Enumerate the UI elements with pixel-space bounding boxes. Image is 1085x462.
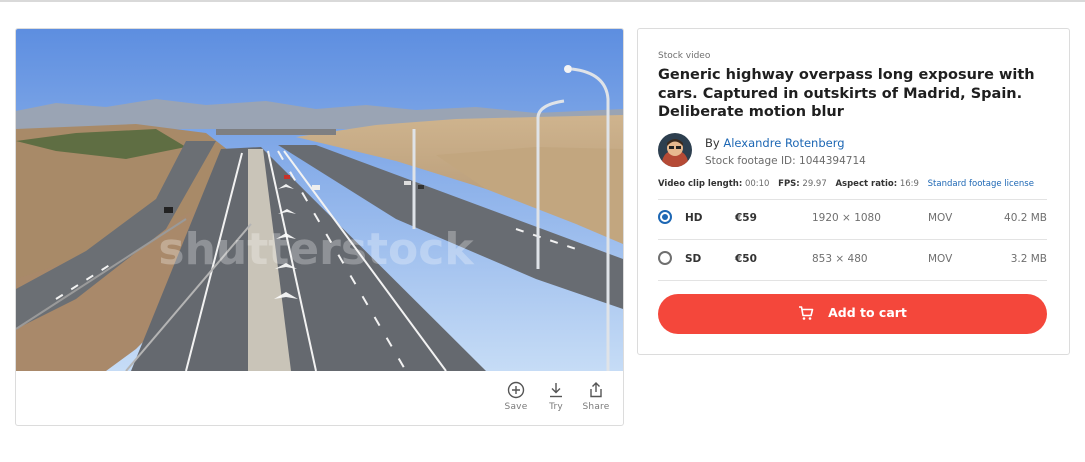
- option-format: MOV: [928, 253, 953, 265]
- radio-hd[interactable]: [658, 210, 672, 224]
- author-byline: By Alexandre Rotenberg: [705, 136, 845, 150]
- fps-value: 29.97: [802, 179, 827, 189]
- media-actions-bar: Save Try Share: [16, 371, 623, 425]
- author-avatar[interactable]: [658, 133, 692, 167]
- clip-length-value: 00:10: [744, 179, 770, 189]
- option-price: €59: [735, 212, 757, 224]
- option-format: MOV: [928, 212, 953, 224]
- cart-icon: [799, 305, 814, 320]
- option-row-sd[interactable]: SD €50 853 × 480 MOV 3.2 MB: [658, 240, 1047, 280]
- author-prefix: By: [705, 136, 720, 150]
- video-preview-image[interactable]: shutterstock: [16, 29, 623, 371]
- save-button[interactable]: Save: [494, 381, 538, 412]
- download-icon: [550, 383, 562, 398]
- aspect-ratio-label: Aspect ratio:: [835, 179, 898, 189]
- add-to-cart-label: Add to cart: [828, 305, 907, 320]
- try-button[interactable]: Try: [534, 381, 578, 412]
- video-title: Generic highway overpass long exposure w…: [658, 67, 1035, 120]
- option-quality: SD: [685, 253, 702, 265]
- purchase-details-card: Stock video Generic highway overpass lon…: [637, 28, 1070, 355]
- option-row-hd[interactable]: HD €59 1920 × 1080 MOV 40.2 MB: [658, 199, 1047, 239]
- divider: [658, 280, 1047, 281]
- fps-label: FPS:: [778, 179, 800, 189]
- video-preview-card: shutterstock Save Try Share: [15, 28, 624, 426]
- option-size: 40.2 MB: [1004, 212, 1047, 224]
- aspect-ratio-value: 16:9: [899, 179, 919, 189]
- author-link[interactable]: Alexandre Rotenberg: [723, 136, 844, 150]
- share-button[interactable]: Share: [574, 381, 618, 412]
- add-to-cart-button[interactable]: Add to cart: [658, 294, 1047, 334]
- share-label: Share: [582, 402, 610, 412]
- option-resolution: 853 × 480: [812, 253, 868, 265]
- plus-circle-icon: [507, 381, 525, 399]
- option-quality: HD: [685, 212, 703, 224]
- top-border: [0, 0, 1085, 2]
- footage-id: Stock footage ID: 1044394714: [705, 155, 866, 167]
- option-size: 3.2 MB: [1010, 253, 1047, 265]
- option-price: €50: [735, 253, 757, 265]
- watermark: shutterstock: [158, 224, 475, 275]
- save-label: Save: [504, 402, 528, 412]
- try-label: Try: [549, 402, 563, 412]
- license-link[interactable]: Standard footage license: [928, 179, 1034, 189]
- share-icon: [590, 382, 602, 398]
- clip-length-label: Video clip length:: [658, 179, 743, 189]
- asset-type-label: Stock video: [658, 51, 711, 61]
- clip-specs: Video clip length: 00:10 FPS: 29.97 Aspe…: [658, 179, 1034, 189]
- radio-sd[interactable]: [658, 251, 672, 265]
- option-resolution: 1920 × 1080: [812, 212, 881, 224]
